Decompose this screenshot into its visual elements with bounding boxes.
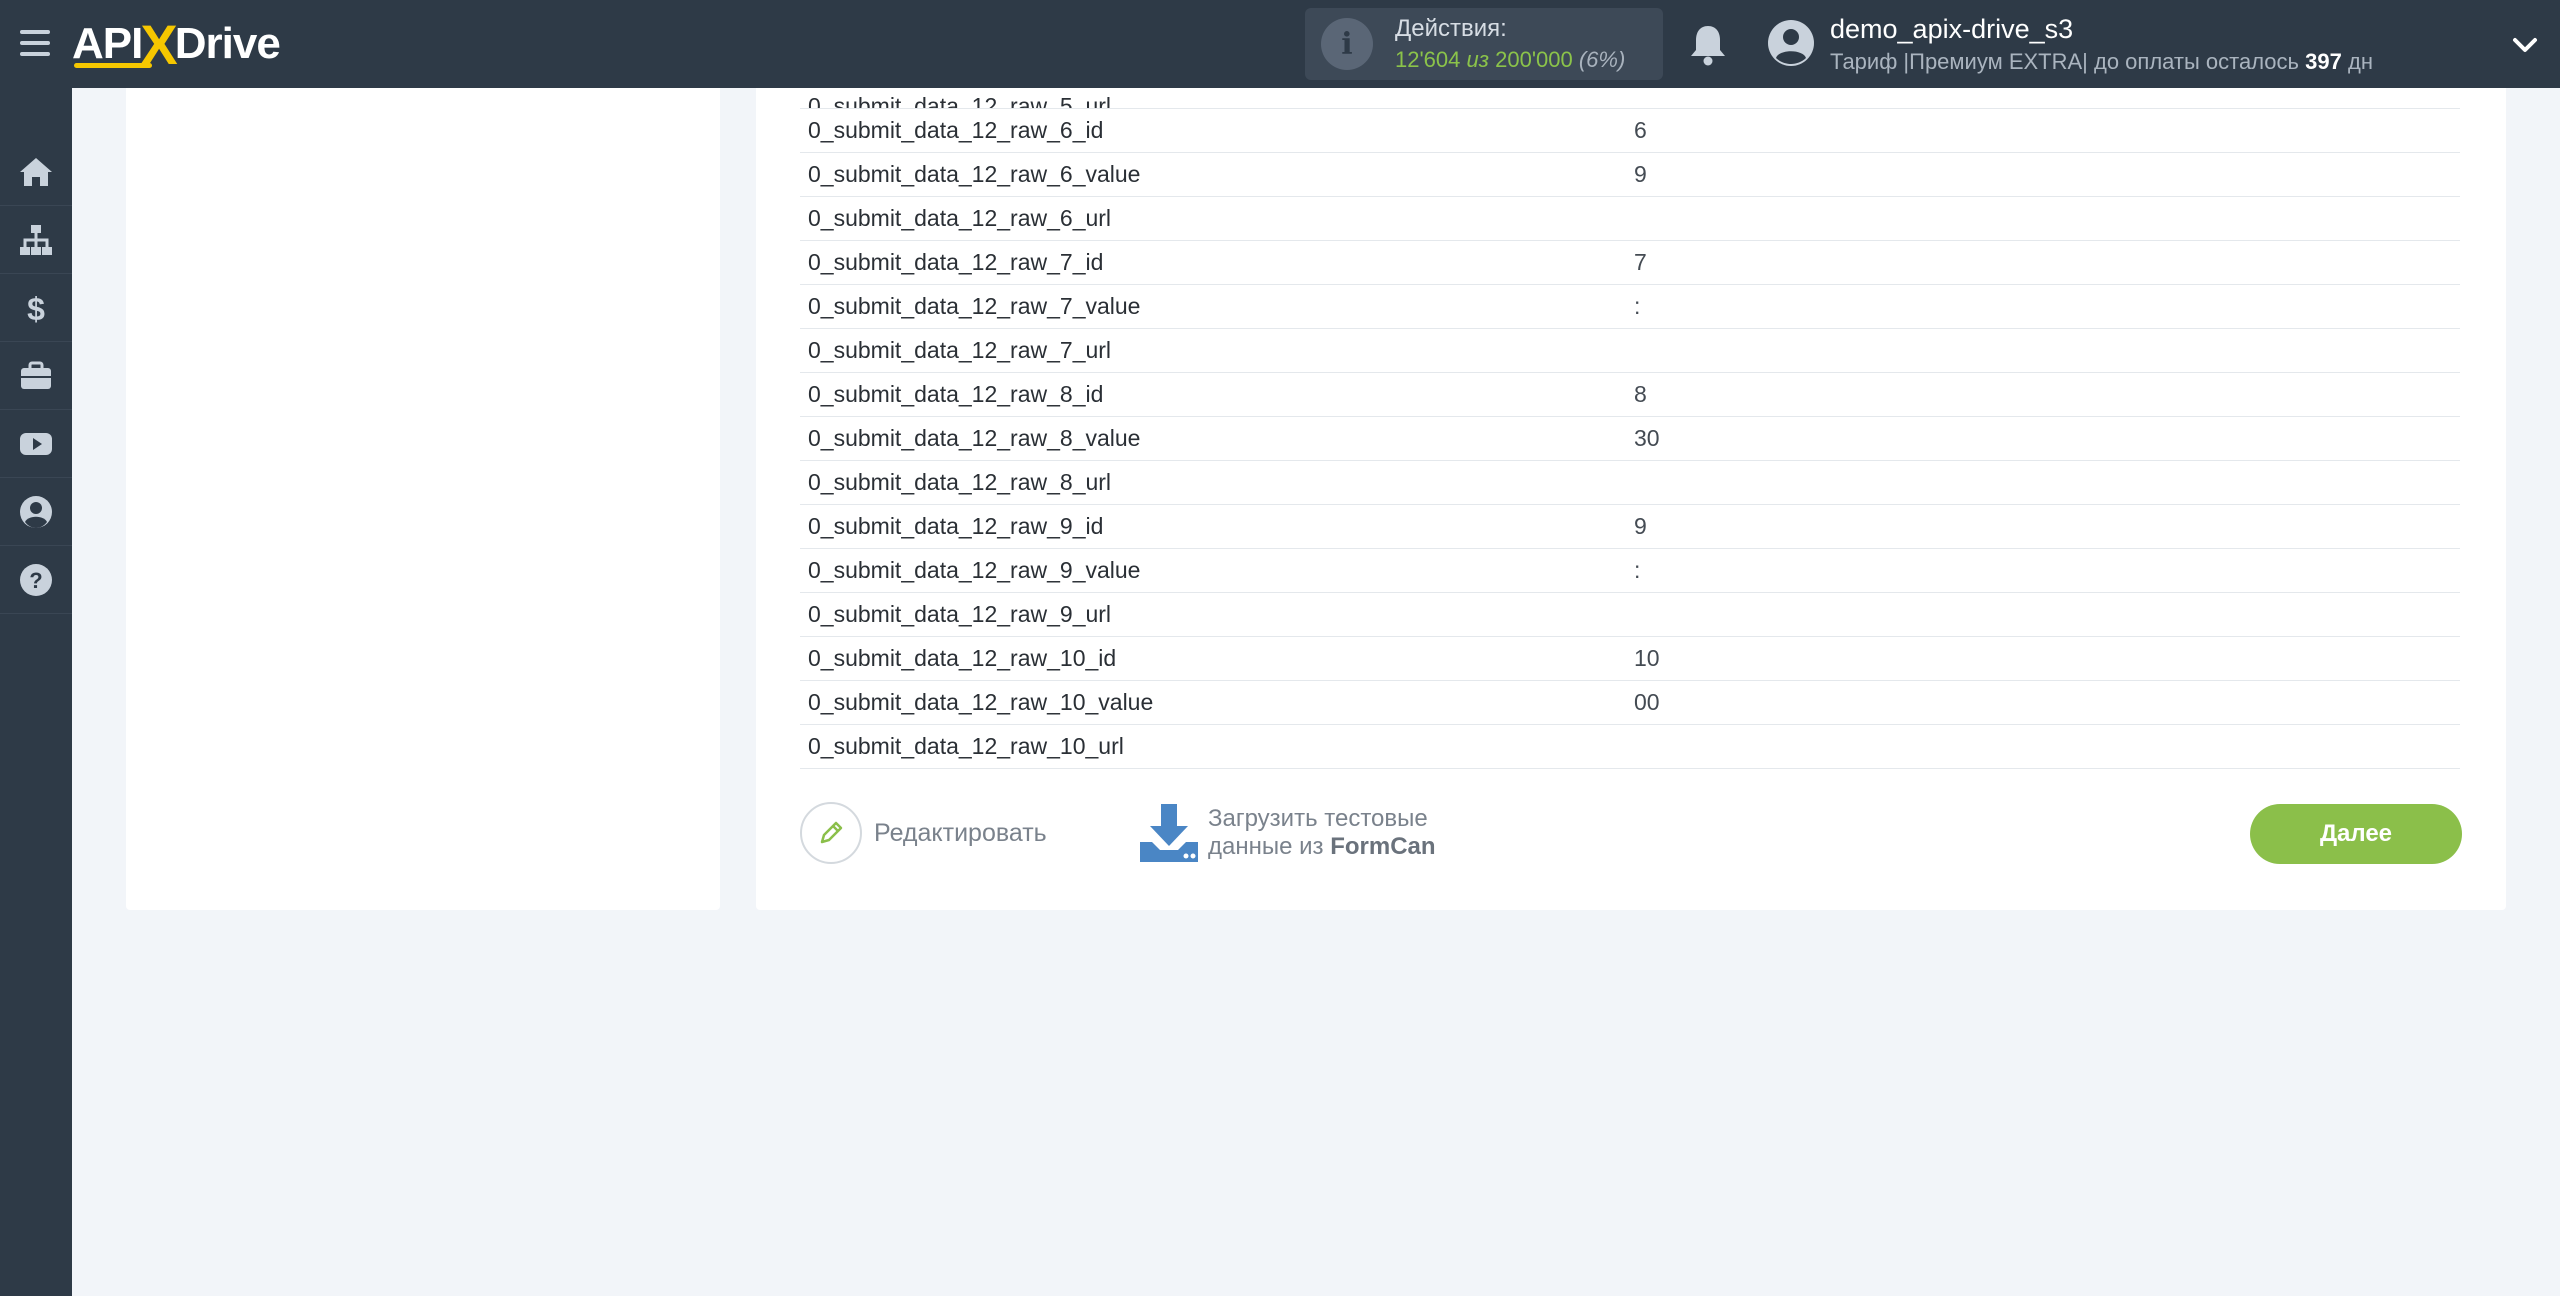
row-value: 8 [1634, 381, 1647, 407]
load-test-data-button[interactable]: Загрузить тестовые данные из FormCan [1138, 802, 1436, 864]
table-row: 0_submit_data_12_raw_6_id 6 [800, 109, 2460, 153]
load-text: Загрузить тестовые данные из FormCan [1208, 805, 1436, 861]
table-row: 0_submit_data_12_raw_7_id 7 [800, 241, 2460, 285]
table-row: 0_submit_data_12_raw_9_id 9 [800, 505, 2460, 549]
actions-label: Действия: [1395, 15, 1507, 42]
row-key: 0_submit_data_12_raw_6_id [808, 117, 1104, 143]
user-name: demo_apix-drive_s3 [1830, 14, 2074, 44]
download-icon [1140, 804, 1198, 862]
row-key: 0_submit_data_12_raw_7_value [808, 293, 1141, 319]
row-key: 0_submit_data_12_raw_9_value [808, 557, 1141, 583]
sidebar-item-services[interactable] [0, 342, 72, 410]
table-row: 0_submit_data_12_raw_6_url [800, 197, 2460, 241]
footer-actions: Редактировать Загрузить тестовые данные … [800, 802, 2462, 868]
actions-total: 200'000 [1495, 47, 1573, 72]
row-value: 7 [1634, 249, 1647, 275]
edit-label: Редактировать [874, 818, 1047, 847]
top-bar: API X Drive i Действия: 12'604 из 200'000 … [0, 0, 2560, 88]
actions-count: 12'604 из 200'000 (6%) [1395, 47, 1625, 73]
table-row: 0_submit_data_12_raw_9_url [800, 593, 2460, 637]
row-value: 9 [1634, 161, 1647, 187]
logo-text-left: API [72, 19, 143, 68]
main-panel: 0_submit_data_12_raw_5_url 0_submit_data… [756, 88, 2506, 910]
svg-text:$: $ [27, 291, 45, 327]
row-value: 9 [1634, 513, 1647, 539]
row-key: 0_submit_data_12_raw_10_value [808, 689, 1154, 715]
sidebar-item-home[interactable] [0, 138, 72, 206]
sidebar: $ ? [0, 88, 72, 1296]
row-key: 0_submit_data_12_raw_7_url [808, 337, 1112, 363]
next-button[interactable]: Далее [2250, 804, 2462, 864]
briefcase-icon [21, 361, 51, 389]
load-line-2: данные из [1208, 833, 1324, 860]
table-row: 0_submit_data_12_raw_9_value: [800, 549, 2460, 593]
chevron-down-icon[interactable] [2510, 30, 2540, 60]
help-icon: ? [20, 563, 52, 596]
sitemap-icon [20, 224, 52, 255]
logo-text-right: Drive [174, 19, 281, 68]
sidebar-item-profile[interactable] [0, 478, 72, 546]
table-row: 0_submit_data_12_raw_8_url [800, 461, 2460, 505]
row-key: 0_submit_data_12_raw_6_value [808, 161, 1141, 187]
menu-icon[interactable] [18, 26, 52, 60]
row-key: 0_submit_data_12_raw_10_id [808, 645, 1117, 671]
pencil-icon [820, 821, 843, 844]
sidebar-item-billing[interactable]: $ [0, 274, 72, 342]
table-row: 0_submit_data_12_raw_7_url [800, 329, 2460, 373]
table-row: 0_submit_data_12_raw_10_value 00 [800, 681, 2460, 725]
logo-underline [74, 63, 152, 68]
row-key: 0_submit_data_12_raw_9_url [808, 601, 1112, 627]
plan-suffix: дн [2347, 49, 2373, 74]
row-key: 0_submit_data_12_raw_8_value [808, 425, 1141, 451]
user-info[interactable]: demo_apix-drive_s3 Тариф |Премиум EXTRA|… [1830, 14, 2373, 75]
row-value: : [1634, 293, 1641, 319]
actions-of: из [1466, 47, 1489, 72]
avatar-icon[interactable] [1766, 18, 1816, 68]
left-panel [126, 88, 720, 910]
svg-text:?: ? [29, 568, 42, 593]
row-value: : [1634, 557, 1641, 583]
actions-used: 12'604 [1395, 47, 1461, 72]
bell-icon[interactable] [1688, 22, 1728, 66]
row-key: 0_submit_data_12_raw_6_url [808, 205, 1112, 231]
row-key: 0_submit_data_12_raw_8_url [808, 469, 1112, 495]
user-icon [20, 495, 52, 528]
table-row: 0_submit_data_12_raw_7_value: [800, 285, 2460, 329]
plan-days: 397 [2305, 49, 2342, 74]
youtube-icon [20, 432, 52, 455]
row-key: 0_submit_data_12_raw_10_url [808, 733, 1124, 759]
edit-icon-circle [800, 802, 862, 864]
apix-drive-logo[interactable]: API X Drive [72, 13, 281, 76]
table-row: 0_submit_data_12_raw_8_value 30 [800, 417, 2460, 461]
home-icon [20, 157, 52, 186]
data-table: 0_submit_data_12_raw_5_url 0_submit_data… [800, 88, 2460, 769]
row-value: 30 [1634, 425, 1660, 451]
dollar-icon: $ [27, 291, 45, 327]
load-source: FormCan [1330, 833, 1436, 860]
row-key: 0_submit_data_12_raw_8_id [808, 381, 1104, 407]
user-plan: Тариф |Премиум EXTRA| до оплаты осталось… [1830, 49, 2373, 75]
table-row: 0_submit_data_12_raw_6_value 9 [800, 153, 2460, 197]
sidebar-item-connections[interactable] [0, 206, 72, 274]
row-value: 6 [1634, 117, 1647, 143]
row-key: 0_submit_data_12_raw_7_id [808, 249, 1104, 275]
info-icon: i [1321, 18, 1373, 70]
sidebar-item-video[interactable] [0, 410, 72, 478]
actions-percent: (6%) [1578, 47, 1626, 72]
sidebar-item-help[interactable]: ? [0, 546, 72, 614]
actions-counter: i Действия: 12'604 из 200'000 (6%) [1305, 8, 1663, 80]
edit-button[interactable]: Редактировать [800, 802, 1047, 864]
row-key: 0_submit_data_12_raw_5_url [808, 93, 1112, 109]
table-row: 0_submit_data_12_raw_10_url [800, 725, 2460, 769]
plan-prefix: Тариф |Премиум EXTRA| до оплаты осталось [1830, 49, 2300, 74]
row-key: 0_submit_data_12_raw_9_id [808, 513, 1104, 539]
row-value: 00 [1634, 689, 1660, 715]
row-value: 10 [1634, 645, 1660, 671]
table-row-partial: 0_submit_data_12_raw_5_url [800, 88, 2460, 109]
load-line-1: Загрузить тестовые [1208, 805, 1428, 832]
table-row: 0_submit_data_12_raw_8_id 8 [800, 373, 2460, 417]
table-row: 0_submit_data_12_raw_10_id 10 [800, 637, 2460, 681]
